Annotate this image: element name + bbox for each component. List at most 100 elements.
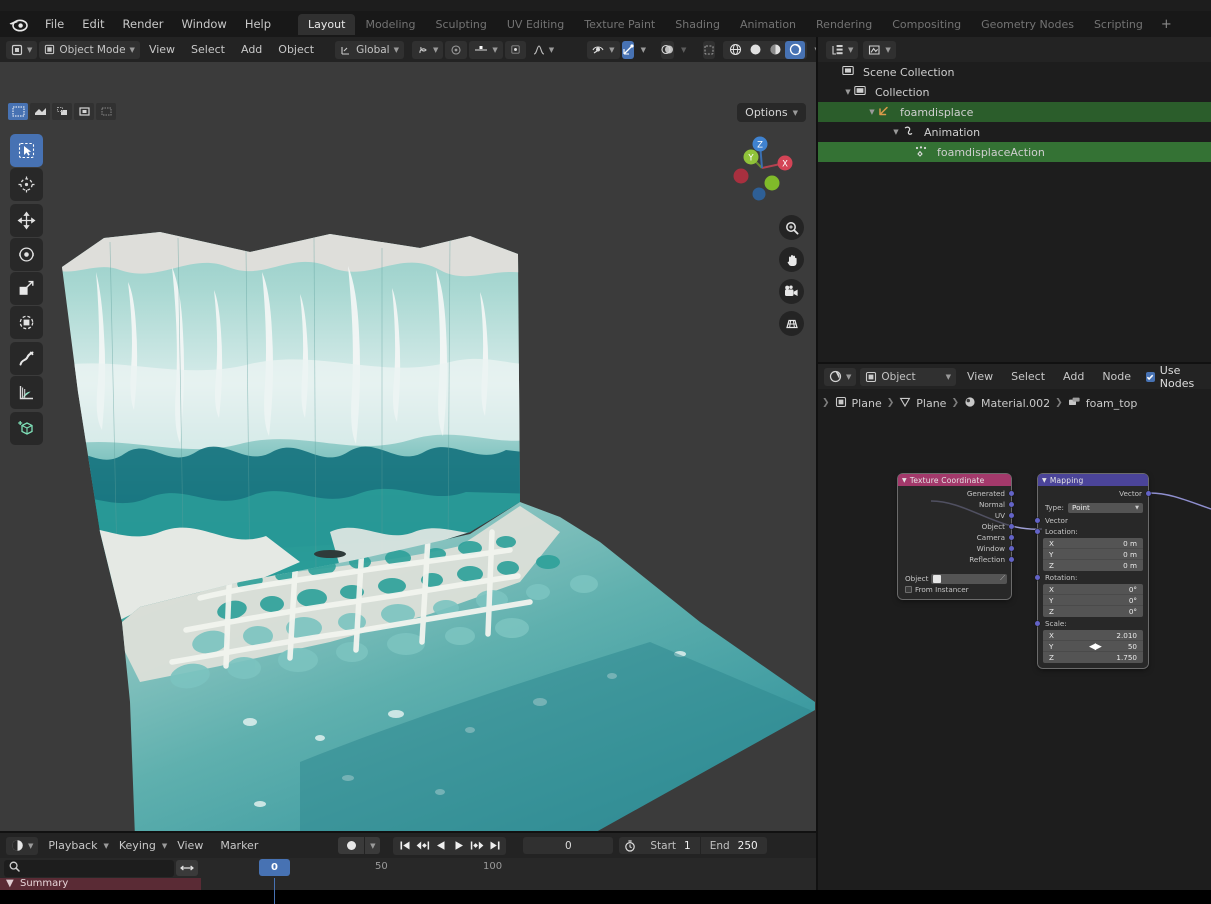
jump-next-keyframe-button[interactable] xyxy=(468,838,485,854)
select-mode-lasso[interactable] xyxy=(74,103,94,120)
panel-divider-horizontal-left[interactable] xyxy=(0,831,816,833)
proportional-falloff-dropdown[interactable]: ▼ xyxy=(528,41,559,59)
xray-toggle[interactable] xyxy=(703,40,716,59)
cursor-tool[interactable] xyxy=(10,168,43,201)
node-output-vector[interactable]: Vector xyxy=(1038,488,1151,499)
node-header-mapping[interactable]: ▼ Mapping xyxy=(1038,474,1148,486)
timeline-resize-handle[interactable] xyxy=(176,860,198,876)
node-output-generated[interactable]: Generated xyxy=(898,488,1014,499)
shader-menu-node[interactable]: Node xyxy=(1095,368,1138,385)
timeline-menu-marker[interactable]: Marker xyxy=(213,837,265,854)
transform-orientation-dropdown[interactable]: Global ▼ xyxy=(335,40,404,59)
viewport-menu-view[interactable]: View xyxy=(142,41,182,58)
workspace-tab-shading[interactable]: Shading xyxy=(665,14,730,35)
viewport-options-dropdown[interactable]: Options ▼ xyxy=(737,103,806,122)
socket-vector-icon[interactable] xyxy=(1009,524,1014,529)
add-workspace-button[interactable]: + xyxy=(1153,15,1180,34)
measure-tool[interactable] xyxy=(10,376,43,409)
node-header-texture-coordinate[interactable]: ▼ Texture Coordinate xyxy=(898,474,1011,486)
workspace-tab-geometry-nodes[interactable]: Geometry Nodes xyxy=(971,14,1084,35)
show-gizmo-toggle[interactable] xyxy=(621,40,634,59)
overlays-options-dropdown[interactable]: ▼ xyxy=(676,41,691,59)
breadcrumb-material-label[interactable]: Material.002 xyxy=(981,397,1050,410)
menu-file[interactable]: File xyxy=(36,15,73,33)
show-overlays-toggle[interactable] xyxy=(660,40,674,59)
shading-wireframe-button[interactable] xyxy=(725,41,745,59)
node-canvas[interactable]: ▼ Texture Coordinate Generated Normal UV xyxy=(818,417,1211,832)
timeline-editor-type-selector[interactable]: ▼ xyxy=(6,836,39,855)
playhead-frame-badge[interactable]: 0 xyxy=(259,859,290,876)
gizmo-options-dropdown[interactable]: ▼ xyxy=(636,41,651,59)
proportional-edit-toggle[interactable] xyxy=(445,40,468,59)
end-frame-field[interactable]: End 250 xyxy=(700,837,767,854)
rotation-y-field[interactable]: Y 0° xyxy=(1043,595,1143,606)
viewport-menu-add[interactable]: Add xyxy=(234,41,269,58)
current-frame-field[interactable]: 0 xyxy=(523,837,614,854)
node-input-location[interactable]: Location: xyxy=(1035,526,1148,537)
shader-type-dropdown[interactable]: Object ▼ xyxy=(860,367,956,386)
scale-x-field[interactable]: X 2.010 xyxy=(1043,630,1143,641)
node-from-instancer-checkbox[interactable]: From Instancer xyxy=(898,584,1011,595)
menu-render[interactable]: Render xyxy=(114,15,173,33)
socket-vector-icon[interactable] xyxy=(1146,491,1151,496)
object-mode-dropdown[interactable]: Object Mode ▼ xyxy=(39,40,140,59)
eyedropper-icon[interactable]: ⟋ xyxy=(1000,574,1005,583)
node-output-window[interactable]: Window xyxy=(898,543,1014,554)
toggle-orthographic-icon[interactable] xyxy=(779,311,804,336)
blender-logo-icon[interactable] xyxy=(8,16,30,32)
3d-viewport[interactable]: ▼ Object Mode ▼ View Select Add Object G… xyxy=(0,37,816,832)
outliner-editor[interactable]: ▼ ▼ Scene Collection ▼ Collection ▼ foam… xyxy=(818,37,1211,362)
outliner-row-animation[interactable]: ▼ Animation xyxy=(818,122,1211,142)
node-output-normal[interactable]: Normal xyxy=(898,499,1014,510)
snap-target-toggle[interactable] xyxy=(504,40,526,59)
tweak-select-tool[interactable] xyxy=(10,134,43,167)
socket-vector-icon[interactable] xyxy=(1009,491,1014,496)
snap-magnet-toggle[interactable]: ▼ xyxy=(412,40,444,59)
play-button[interactable] xyxy=(450,838,467,854)
outliner-display-mode-selector[interactable]: ▼ xyxy=(863,40,896,59)
search-input[interactable] xyxy=(24,862,169,874)
scale-z-field[interactable]: Z 1.750 xyxy=(1043,652,1143,663)
expander-triangle-icon[interactable]: ▼ xyxy=(890,128,902,136)
expander-triangle-icon[interactable]: ▼ xyxy=(842,88,854,96)
expander-triangle-icon[interactable]: ▼ xyxy=(866,108,878,116)
rotation-x-field[interactable]: X 0° xyxy=(1043,584,1143,595)
auto-keying-toggle[interactable] xyxy=(338,837,365,854)
panel-divider-vertical[interactable] xyxy=(816,37,818,890)
node-texture-coordinate[interactable]: ▼ Texture Coordinate Generated Normal UV xyxy=(898,474,1014,599)
timeline-search-box[interactable] xyxy=(4,859,174,877)
shader-editor-type-selector[interactable]: ▼ xyxy=(824,367,857,386)
socket-vector-icon[interactable] xyxy=(1035,621,1040,626)
jump-to-start-button[interactable] xyxy=(396,838,413,854)
workspace-tab-rendering[interactable]: Rendering xyxy=(806,14,882,35)
viewport-menu-select[interactable]: Select xyxy=(184,41,232,58)
workspace-tab-sculpting[interactable]: Sculpting xyxy=(426,14,497,35)
node-mapping-type-row[interactable]: Type: Point ▼ xyxy=(1038,502,1148,513)
viewport-menu-object[interactable]: Object xyxy=(271,41,321,58)
shader-menu-select[interactable]: Select xyxy=(1004,368,1052,385)
select-mode-tweak[interactable] xyxy=(8,103,28,120)
menu-edit[interactable]: Edit xyxy=(73,15,113,33)
timeline-menu-keying[interactable]: Keying xyxy=(112,837,163,854)
socket-vector-icon[interactable] xyxy=(1009,535,1014,540)
node-output-reflection[interactable]: Reflection xyxy=(898,554,1014,565)
summary-expander-icon[interactable]: ▼ xyxy=(6,878,14,889)
socket-vector-icon[interactable] xyxy=(1035,518,1040,523)
breadcrumb-nodegroup-label[interactable]: foam_top xyxy=(1086,397,1138,410)
node-input-vector[interactable]: Vector xyxy=(1035,515,1148,526)
auto-keying-options-dropdown[interactable]: ▼ xyxy=(365,837,381,854)
breadcrumb-mesh-label[interactable]: Plane xyxy=(916,397,946,410)
breadcrumb-object-label[interactable]: Plane xyxy=(852,397,882,410)
select-mode-box[interactable] xyxy=(30,103,50,120)
use-nodes-checkbox[interactable]: Use Nodes xyxy=(1146,364,1211,390)
mapping-scale-vector[interactable]: X 2.010 Y 50 ◀▶ Z 1.750 xyxy=(1043,630,1143,663)
rotate-tool[interactable] xyxy=(10,238,43,271)
location-y-field[interactable]: Y 0 m xyxy=(1043,549,1143,560)
select-mode-extra[interactable] xyxy=(96,103,116,120)
shading-solid-button[interactable] xyxy=(745,41,765,59)
jump-to-end-button[interactable] xyxy=(486,838,503,854)
outliner-row-foamdisplaceaction[interactable]: foamdisplaceAction xyxy=(818,142,1211,162)
play-reverse-button[interactable] xyxy=(432,838,449,854)
socket-vector-icon[interactable] xyxy=(1009,546,1014,551)
location-x-field[interactable]: X 0 m xyxy=(1043,538,1143,549)
